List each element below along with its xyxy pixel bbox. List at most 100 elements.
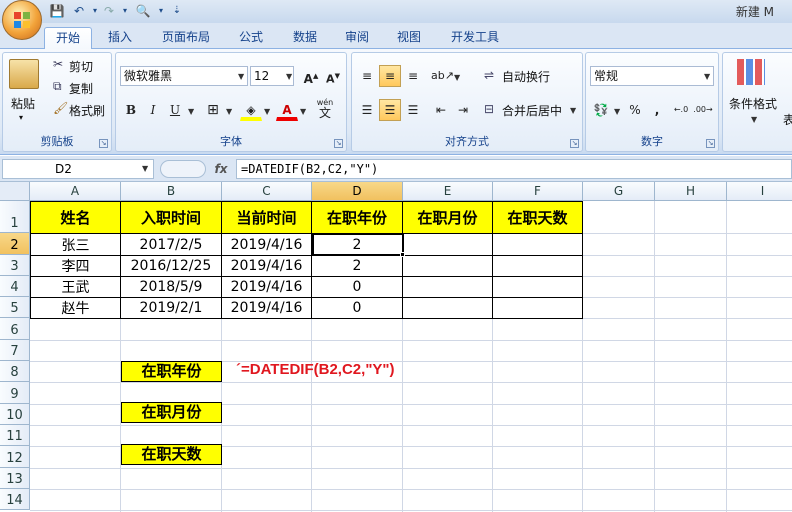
merge-dropdown-icon[interactable]: ▼ xyxy=(570,106,576,115)
table-cell[interactable]: 2017/2/5 xyxy=(121,234,222,256)
column-header-a[interactable]: A xyxy=(30,182,121,201)
border-icon[interactable]: ⊞ xyxy=(202,99,224,121)
tab-page-layout[interactable]: 页面布局 xyxy=(152,27,220,49)
currency-icon[interactable]: 💱 xyxy=(590,99,612,121)
comma-button[interactable]: , xyxy=(646,99,668,121)
table-cell[interactable] xyxy=(493,298,583,319)
label-years[interactable]: 在职年份 xyxy=(121,361,222,382)
font-launcher-icon[interactable]: ↘ xyxy=(334,139,343,148)
row-header-13[interactable]: 13 xyxy=(0,468,30,489)
italic-button[interactable]: I xyxy=(142,99,164,121)
name-box[interactable]: D2 xyxy=(2,159,154,179)
align-middle-icon[interactable]: ≡ xyxy=(379,65,401,87)
tab-insert[interactable]: 插入 xyxy=(98,27,142,49)
header-cell-months[interactable]: 在职月份 xyxy=(403,202,493,234)
tab-data[interactable]: 数据 xyxy=(282,27,328,49)
orientation-dropdown-icon[interactable]: ▼ xyxy=(454,73,460,82)
print-preview-icon[interactable]: 🔍 xyxy=(134,2,152,20)
table-cell[interactable]: 王武 xyxy=(31,277,121,298)
row-header-4[interactable]: 4 xyxy=(0,276,30,297)
table-cell[interactable] xyxy=(493,256,583,277)
table-cell[interactable]: 2019/4/16 xyxy=(222,277,312,298)
label-months[interactable]: 在职月份 xyxy=(121,402,222,423)
format-as-table-button[interactable]: 表 xyxy=(783,111,792,128)
tab-formulas[interactable]: 公式 xyxy=(228,27,274,49)
table-cell[interactable] xyxy=(403,298,493,319)
column-header-b[interactable]: B xyxy=(121,182,222,201)
tab-review[interactable]: 审阅 xyxy=(334,27,380,49)
bold-button[interactable]: B xyxy=(120,99,142,121)
font-name-dropdown-icon[interactable]: ▼ xyxy=(238,72,244,81)
table-cell[interactable] xyxy=(403,256,493,277)
number-launcher-icon[interactable]: ↘ xyxy=(706,139,715,148)
column-header-e[interactable]: E xyxy=(403,182,493,201)
table-cell[interactable]: 张三 xyxy=(31,234,121,256)
fill-handle[interactable] xyxy=(400,252,405,257)
header-cell-days[interactable]: 在职天数 xyxy=(493,202,583,234)
column-header-d[interactable]: D xyxy=(312,182,403,201)
save-icon[interactable]: 💾 xyxy=(48,2,66,20)
header-cell-name[interactable]: 姓名 xyxy=(31,202,121,234)
select-all-button[interactable] xyxy=(0,182,30,201)
row-header-5[interactable]: 5 xyxy=(0,297,30,318)
office-button[interactable] xyxy=(2,0,42,40)
align-left-icon[interactable]: ☰ xyxy=(356,99,378,121)
row-header-3[interactable]: 3 xyxy=(0,255,30,276)
table-cell[interactable] xyxy=(493,277,583,298)
paste-button[interactable]: 粘贴 xyxy=(11,95,35,112)
align-bottom-icon[interactable]: ≡ xyxy=(402,65,424,87)
insert-function-icon[interactable]: fx xyxy=(210,159,232,179)
border-dropdown-icon[interactable]: ▼ xyxy=(226,107,232,116)
font-color-icon[interactable]: A xyxy=(276,99,298,121)
redo-dropdown-icon[interactable]: ▾ xyxy=(116,2,134,20)
row-header-14[interactable]: 14 xyxy=(0,489,30,510)
wrap-text-button[interactable]: 自动换行 xyxy=(502,68,550,85)
table-cell[interactable]: 2019/4/16 xyxy=(222,298,312,319)
table-cell[interactable] xyxy=(493,234,583,256)
table-cell[interactable]: 2 xyxy=(312,256,403,277)
table-cell[interactable]: 2019/4/16 xyxy=(222,256,312,277)
decrease-indent-icon[interactable]: ⇤ xyxy=(430,99,452,121)
font-size-dropdown-icon[interactable]: ▼ xyxy=(286,72,292,81)
clipboard-launcher-icon[interactable]: ↘ xyxy=(99,139,108,148)
decrease-decimal-icon[interactable]: .00→ xyxy=(692,99,714,121)
header-cell-current-date[interactable]: 当前时间 xyxy=(222,202,312,234)
header-cell-years[interactable]: 在职年份 xyxy=(312,202,403,234)
paste-dropdown-icon[interactable]: ▾ xyxy=(19,113,23,122)
formula-note[interactable]: ´=DATEDIF(B2,C2,"Y") xyxy=(236,361,395,378)
percent-button[interactable]: % xyxy=(624,99,646,121)
table-cell[interactable]: 赵牛 xyxy=(31,298,121,319)
grow-font-icon[interactable]: A▲ xyxy=(300,65,322,87)
tab-view[interactable]: 视图 xyxy=(386,27,432,49)
table-cell[interactable]: 2016/12/25 xyxy=(121,256,222,277)
shrink-font-icon[interactable]: A▼ xyxy=(322,65,344,87)
table-cell[interactable]: 0 xyxy=(312,298,403,319)
currency-dropdown-icon[interactable]: ▼ xyxy=(614,107,620,116)
header-cell-hire-date[interactable]: 入职时间 xyxy=(121,202,222,234)
phonetic-icon[interactable]: wén 文 xyxy=(312,97,338,119)
row-header-6[interactable]: 6 xyxy=(0,318,30,340)
name-box-dropdown-icon[interactable]: ▼ xyxy=(142,164,148,173)
paste-icon[interactable] xyxy=(9,59,39,89)
table-cell[interactable]: 2018/5/9 xyxy=(121,277,222,298)
merge-center-button[interactable]: 合并后居中 xyxy=(502,102,562,119)
row-header-10[interactable]: 10 xyxy=(0,404,30,425)
tab-home[interactable]: 开始 xyxy=(44,27,92,50)
tab-developer[interactable]: 开发工具 xyxy=(440,27,510,49)
fill-color-dropdown-icon[interactable]: ▼ xyxy=(264,107,270,116)
active-cell-selection[interactable] xyxy=(312,233,404,256)
table-cell[interactable]: 2019/4/16 xyxy=(222,234,312,256)
number-format-select[interactable]: 常规 xyxy=(590,66,714,86)
increase-indent-icon[interactable]: ⇥ xyxy=(452,99,474,121)
font-color-dropdown-icon[interactable]: ▼ xyxy=(300,107,306,116)
row-header-7[interactable]: 7 xyxy=(0,340,30,361)
alignment-launcher-icon[interactable]: ↘ xyxy=(570,139,579,148)
font-name-select[interactable]: 微软雅黑 xyxy=(120,66,248,86)
column-header-c[interactable]: C xyxy=(222,182,312,201)
underline-dropdown-icon[interactable]: ▼ xyxy=(188,107,194,116)
copy-button[interactable]: 复制 xyxy=(69,80,93,97)
increase-decimal-icon[interactable]: ←.0 xyxy=(670,99,692,121)
column-header-g[interactable]: G xyxy=(583,182,655,201)
formula-input[interactable]: =DATEDIF(B2,C2,"Y") xyxy=(236,159,792,179)
underline-button[interactable]: U xyxy=(164,99,186,121)
